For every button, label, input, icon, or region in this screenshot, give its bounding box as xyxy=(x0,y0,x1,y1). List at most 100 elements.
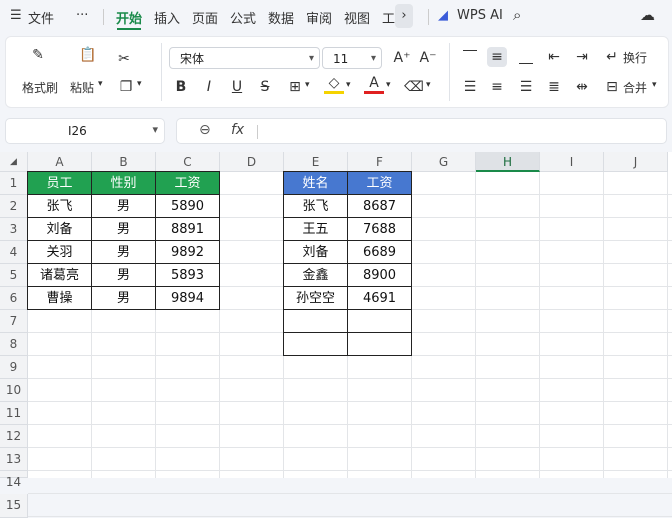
table2-cell[interactable]: 8687 xyxy=(347,194,412,218)
table1-cell[interactable]: 张飞 xyxy=(27,194,92,218)
row-header-6[interactable]: 6 xyxy=(0,287,28,310)
distribute-icon[interactable]: ⇹ xyxy=(572,77,592,97)
chevron-right-icon[interactable]: › xyxy=(395,4,413,28)
table1-cell[interactable]: 男 xyxy=(91,217,156,241)
align-bottom-icon[interactable]: ⎽ xyxy=(516,47,536,67)
zoom-icon[interactable]: ⊖ xyxy=(199,122,211,138)
table2-cell[interactable] xyxy=(283,332,348,356)
wrap-text-icon[interactable]: ↵ xyxy=(602,47,622,67)
table2-header-cell[interactable]: 工资 xyxy=(347,171,412,195)
column-header-d[interactable]: D xyxy=(220,152,284,172)
table1-cell[interactable]: 9894 xyxy=(155,286,220,310)
table2-cell[interactable]: 孙空空 xyxy=(283,286,348,310)
cut-icon[interactable]: ✂ xyxy=(114,49,134,69)
table1-cell[interactable]: 关羽 xyxy=(27,240,92,264)
row-header-5[interactable]: 5 xyxy=(0,264,28,287)
chevron-down-icon[interactable]: ▾ xyxy=(386,80,391,90)
menu-more[interactable]: ··· xyxy=(76,8,88,23)
select-all-corner[interactable]: ◢ xyxy=(0,152,28,172)
align-top-icon[interactable]: ⎺ xyxy=(460,47,480,67)
wps-ai-button[interactable]: WPS AI xyxy=(457,8,503,23)
table1-cell[interactable]: 男 xyxy=(91,194,156,218)
align-left-icon[interactable]: ☰ xyxy=(460,77,480,97)
tab-data[interactable]: 数据 xyxy=(268,8,294,27)
italic-icon[interactable]: I xyxy=(199,77,219,97)
bold-icon[interactable]: B xyxy=(171,77,191,97)
wrap-text-label[interactable]: 换行 xyxy=(623,49,647,66)
row-header-10[interactable]: 10 xyxy=(0,379,28,402)
fill-color-icon[interactable]: ◇ xyxy=(324,75,344,94)
cloud-upload-icon[interactable]: ☁ xyxy=(640,6,655,24)
column-header-a[interactable]: A xyxy=(28,152,92,172)
table2-cell[interactable]: 刘备 xyxy=(283,240,348,264)
row-header-1[interactable]: 1 xyxy=(0,172,28,195)
column-header-e[interactable]: E xyxy=(284,152,348,172)
row-header-13[interactable]: 13 xyxy=(0,448,28,471)
indent-icon[interactable]: ⇥ xyxy=(572,47,592,67)
table2-cell[interactable]: 6689 xyxy=(347,240,412,264)
font-color-icon[interactable]: A xyxy=(364,75,384,94)
table2-cell[interactable] xyxy=(347,332,412,356)
merge-cells-label[interactable]: 合并 xyxy=(623,79,647,96)
table2-cell[interactable] xyxy=(283,309,348,333)
table1-cell[interactable]: 5890 xyxy=(155,194,220,218)
row-header-9[interactable]: 9 xyxy=(0,356,28,379)
chevron-down-icon[interactable]: ▾ xyxy=(152,123,158,136)
tab-review[interactable]: 审阅 xyxy=(306,8,332,27)
formula-bar[interactable]: ⊖ fx xyxy=(176,118,667,144)
table1-cell[interactable]: 5893 xyxy=(155,263,220,287)
justify-icon[interactable]: ≣ xyxy=(544,77,564,97)
eraser-icon[interactable]: ⌫ xyxy=(404,77,424,97)
table2-cell[interactable]: 8900 xyxy=(347,263,412,287)
table2-cell[interactable]: 张飞 xyxy=(283,194,348,218)
column-header-j[interactable]: J xyxy=(604,152,668,172)
table1-header-cell[interactable]: 员工 xyxy=(27,171,92,195)
border-icon[interactable]: ⊞ xyxy=(285,77,305,97)
table2-header-cell[interactable]: 姓名 xyxy=(283,171,348,195)
spreadsheet-grid[interactable]: ◢ A B C D E F G H I J 1 2 3 4 5 6 7 8 9 10 11 12 13 14 15 员工 性别 工资 张飞… xyxy=(0,152,672,518)
column-header-g[interactable]: G xyxy=(412,152,476,172)
chevron-down-icon[interactable]: ▾ xyxy=(137,79,142,89)
chevron-down-icon[interactable]: ▾ xyxy=(652,80,657,90)
row-header-7[interactable]: 7 xyxy=(0,310,28,333)
chevron-down-icon[interactable]: ▾ xyxy=(98,79,103,89)
row-header-2[interactable]: 2 xyxy=(0,195,28,218)
table1-cell[interactable]: 男 xyxy=(91,263,156,287)
hamburger-icon[interactable]: ☰ xyxy=(10,8,22,23)
column-header-h[interactable]: H xyxy=(476,152,540,172)
table1-header-cell[interactable]: 工资 xyxy=(155,171,220,195)
column-header-f[interactable]: F xyxy=(348,152,412,172)
table1-cell[interactable]: 诸葛亮 xyxy=(27,263,92,287)
table1-cell[interactable]: 8891 xyxy=(155,217,220,241)
table1-cell[interactable]: 曹操 xyxy=(27,286,92,310)
chevron-down-icon[interactable]: ▾ xyxy=(305,80,310,90)
merge-cells-icon[interactable]: ⊟ xyxy=(602,77,622,97)
column-header-c[interactable]: C xyxy=(156,152,220,172)
row-header-14[interactable]: 14 xyxy=(0,471,28,489)
wps-ai-icon[interactable]: ◢ xyxy=(438,8,448,23)
format-painter-label[interactable]: 格式刷 xyxy=(22,79,58,96)
tab-insert[interactable]: 插入 xyxy=(154,8,180,27)
underline-icon[interactable]: U xyxy=(227,77,247,97)
font-name-select[interactable]: 宋体 ▾ xyxy=(169,47,320,69)
font-size-select[interactable]: 11 ▾ xyxy=(322,47,382,69)
paste-label[interactable]: 粘贴 xyxy=(70,79,94,96)
tab-formula[interactable]: 公式 xyxy=(230,8,256,27)
row-header-3[interactable]: 3 xyxy=(0,218,28,241)
tab-view[interactable]: 视图 xyxy=(344,8,370,27)
table2-cell[interactable]: 4691 xyxy=(347,286,412,310)
chevron-down-icon[interactable]: ▾ xyxy=(426,80,431,90)
table2-cell[interactable]: 王五 xyxy=(283,217,348,241)
search-icon[interactable]: ⌕ xyxy=(513,6,521,24)
align-middle-icon[interactable]: ≡ xyxy=(487,47,507,67)
row-header-8[interactable]: 8 xyxy=(0,333,28,356)
chevron-down-icon[interactable]: ▾ xyxy=(346,80,351,90)
table2-cell[interactable]: 金鑫 xyxy=(283,263,348,287)
table2-cell[interactable]: 7688 xyxy=(347,217,412,241)
paste-icon[interactable]: 📋 xyxy=(78,45,98,65)
tab-tools[interactable]: 工 xyxy=(382,8,395,27)
table1-cell[interactable]: 9892 xyxy=(155,240,220,264)
row-header-11[interactable]: 11 xyxy=(0,402,28,425)
decrease-font-icon[interactable]: A⁻ xyxy=(418,48,438,68)
outdent-icon[interactable]: ⇤ xyxy=(544,47,564,67)
